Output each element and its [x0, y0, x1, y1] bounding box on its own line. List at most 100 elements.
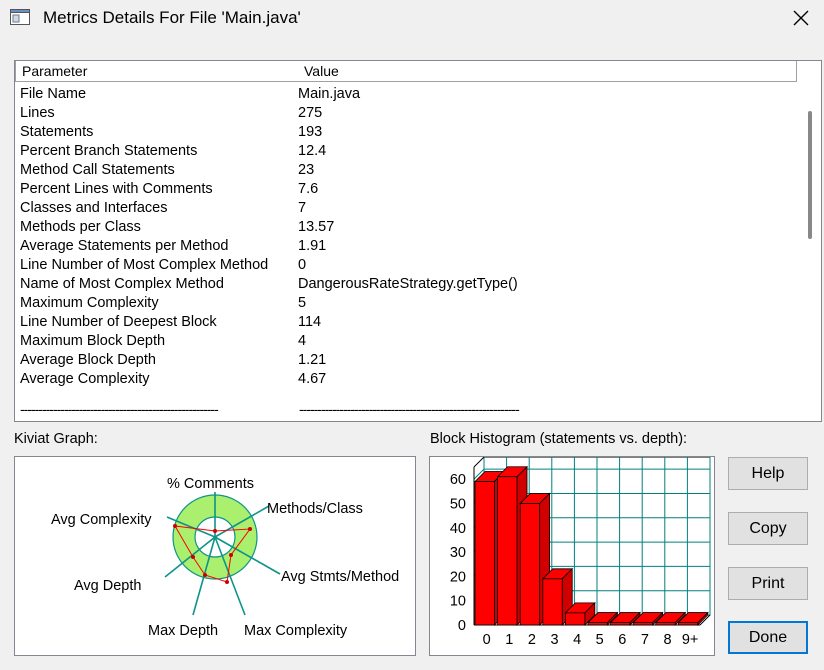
column-header-parameter[interactable]: Parameter [15, 61, 299, 82]
row-parameter: Method Call Statements [20, 162, 175, 178]
table-row[interactable]: Average Statements per Method 1.91 [20, 237, 790, 256]
histogram-xtick-label: 0 [483, 632, 491, 648]
histogram-ytick-label: 60 [450, 472, 466, 488]
histogram-bar [564, 612, 586, 626]
table-row[interactable]: Percent Branch Statements 12.4 [20, 142, 790, 161]
histogram-ytick-label: 40 [450, 521, 466, 537]
kiviat-label-max-depth: Max Depth [148, 623, 218, 639]
histogram-bar [587, 622, 608, 626]
histogram-bar [497, 476, 518, 626]
row-parameter: Line Number of Deepest Block [20, 314, 217, 330]
histogram-ytick-label: 50 [450, 496, 466, 512]
row-value: 4.67 [298, 371, 327, 387]
column-header-value[interactable]: Value [298, 61, 797, 82]
kiviat-label-comments: % Comments [167, 476, 254, 492]
row-value: 13.57 [298, 219, 335, 235]
row-parameter: Maximum Block Depth [20, 333, 166, 349]
row-parameter: Average Complexity [20, 371, 150, 387]
table-row[interactable]: Average Block Depth 1.21 [20, 351, 790, 370]
histogram-xtick-label: 2 [528, 632, 536, 648]
histogram-ytick-label: 10 [450, 594, 466, 610]
table-row[interactable]: Classes and Interfaces 7 [20, 199, 790, 218]
row-parameter: File Name [20, 86, 87, 102]
separator-param: ----------------------------------------… [20, 401, 219, 417]
row-parameter: Average Statements per Method [20, 238, 229, 254]
table-row[interactable]: Statements 193 [20, 123, 790, 142]
close-button[interactable] [778, 0, 824, 36]
done-button[interactable]: Done [728, 621, 808, 654]
row-value: 12.4 [298, 143, 327, 159]
histogram-bar [542, 578, 563, 626]
close-icon [793, 10, 809, 26]
histogram-ytick-label: 0 [458, 618, 466, 634]
window-icon [10, 9, 30, 25]
kiviat-label-avg-depth: Avg Depth [74, 578, 141, 594]
row-value: 193 [298, 124, 323, 140]
table-row[interactable]: Percent Lines with Comments 7.6 [20, 180, 790, 199]
help-button[interactable]: Help [728, 457, 808, 490]
table-row[interactable]: Lines 275 [20, 104, 790, 123]
table-row[interactable]: Average Complexity 4.67 [20, 370, 790, 389]
histogram-svg: 01020304050600 1 2 3 4 5 6 7 8 9+ [450, 456, 711, 648]
row-value: 0 [298, 257, 307, 273]
table-row[interactable]: Line Number of Most Complex Method 0 [20, 256, 790, 275]
row-parameter: Lines [20, 105, 55, 121]
row-parameter: Classes and Interfaces [20, 200, 168, 216]
row-value: 23 [298, 162, 315, 178]
row-value: 1.21 [298, 352, 327, 368]
histogram-xtick-label: 9+ [682, 632, 699, 648]
kiviat-label-avg-complexity: Avg Complexity [51, 512, 152, 528]
scrollbar-thumb[interactable] [808, 111, 812, 239]
histogram-xtick-label: 8 [663, 632, 671, 648]
kiviat-label-methods-class: Methods/Class [267, 501, 363, 517]
table-row[interactable]: Method Call Statements 23 [20, 161, 790, 180]
histogram-xtick-label: 7 [641, 632, 649, 648]
vertical-scrollbar[interactable] [799, 81, 821, 421]
histogram-bar [610, 622, 631, 626]
separator-value: ----------------------------------------… [299, 401, 520, 417]
histogram-wall-edge [473, 456, 485, 468]
histogram-ytick-label: 30 [450, 545, 466, 561]
row-parameter: Name of Most Complex Method [20, 276, 224, 292]
row-value: DangerousRateStrategy.getType() [298, 276, 518, 292]
metrics-table[interactable]: Parameter Value File Name Main.java Lines 2… [14, 60, 822, 422]
histogram-bar [655, 622, 676, 626]
row-parameter: Line Number of Most Complex Method [20, 257, 269, 273]
histogram-ytick-label: 20 [450, 569, 466, 585]
title-bar: Metrics Details For File 'Main.java' [0, 0, 824, 40]
row-value: Main.java [298, 86, 361, 102]
kiviat-label-avg-stmts: Avg Stmts/Method [281, 569, 399, 585]
print-button[interactable]: Print [728, 567, 808, 600]
row-parameter: Percent Lines with Comments [20, 181, 213, 197]
table-row[interactable]: Methods per Class 13.57 [20, 218, 790, 237]
row-parameter: Maximum Complexity [20, 295, 159, 311]
row-value: 7 [298, 200, 307, 216]
separator-row: ----------------------------------------… [20, 401, 520, 417]
histogram-label: Block Histogram (statements vs. depth): [430, 431, 688, 447]
kiviat-svg: % Comments Methods/Class Avg Stmts/Metho… [51, 476, 399, 639]
histogram-bar [519, 503, 541, 626]
histogram-xtick-label: 6 [618, 632, 626, 648]
table-row[interactable]: Line Number of Deepest Block 114 [20, 313, 790, 332]
row-value: 1.91 [298, 238, 327, 254]
histogram-bar [632, 622, 654, 626]
table-row[interactable]: File Name Main.java [20, 85, 790, 104]
histogram-xtick-label: 3 [550, 632, 558, 648]
histogram-xtick-label: 5 [596, 632, 604, 648]
row-value: 7.6 [298, 181, 319, 197]
table-row[interactable]: Maximum Block Depth 4 [20, 332, 790, 351]
table-row[interactable]: Name of Most Complex Method DangerousRate… [20, 275, 790, 294]
histogram-xtick-label: 1 [505, 632, 513, 648]
copy-button[interactable]: Copy [728, 512, 808, 545]
row-parameter: Statements [20, 124, 94, 140]
histogram-xtick-label: 4 [573, 632, 581, 648]
row-parameter: Methods per Class [20, 219, 141, 235]
table-row[interactable]: Maximum Complexity 5 [20, 294, 790, 313]
row-value: 5 [298, 295, 307, 311]
kiviat-graph: % Comments Methods/Class Avg Stmts/Metho… [14, 456, 416, 656]
row-value: 275 [298, 105, 323, 121]
kiviat-label-max-complexity: Max Complexity [244, 623, 348, 639]
row-value: 4 [298, 333, 307, 349]
row-parameter: Average Block Depth [20, 352, 156, 368]
row-value: 114 [298, 314, 322, 330]
